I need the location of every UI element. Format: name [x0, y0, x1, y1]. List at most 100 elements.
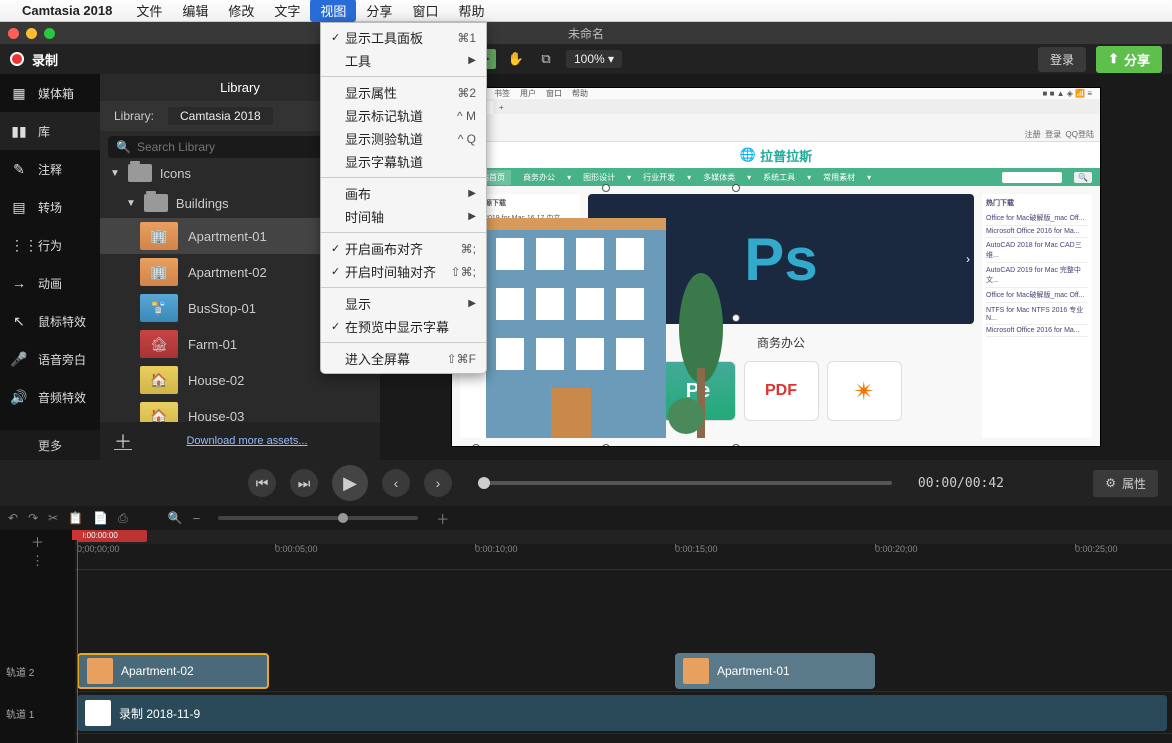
zoom-plus-button[interactable]: ＋: [436, 509, 449, 528]
zoom-minus-button[interactable]: −: [193, 511, 201, 526]
record-icon: [10, 52, 24, 66]
paste-button[interactable]: 📄: [93, 511, 108, 525]
cursor-icon: ↖: [10, 313, 28, 330]
track-row-1[interactable]: 录制 2018-11-9: [75, 692, 1172, 734]
asset-thumb: 🏠: [140, 366, 178, 394]
transitions-icon: ▤: [10, 199, 28, 216]
record-label: 录制: [32, 50, 58, 69]
add-track-button[interactable]: ＋: [31, 532, 44, 551]
canvas-selected-asset[interactable]: [476, 188, 736, 447]
timeline-clip[interactable]: Apartment-01: [675, 653, 875, 689]
download-assets-link[interactable]: Download more assets...: [140, 435, 354, 447]
window-close-button[interactable]: [8, 28, 19, 39]
timeline-playhead[interactable]: [77, 530, 78, 743]
menu-item[interactable]: ✓开启画布对齐⌘;: [321, 237, 486, 260]
menu-item[interactable]: 时间轴▶: [321, 205, 486, 228]
menu-item[interactable]: ✓开启时间轴对齐⇧⌘;: [321, 260, 486, 283]
clip-thumb: [683, 658, 709, 684]
menu-share[interactable]: 分享: [356, 0, 402, 22]
split-button[interactable]: ⎙: [118, 511, 128, 526]
undo-button[interactable]: ↶: [8, 511, 18, 525]
tab-behaviors[interactable]: ⋮⋮行为: [0, 226, 100, 264]
menu-item[interactable]: 显示字幕轨道: [321, 150, 486, 173]
menu-file[interactable]: 文件: [126, 0, 172, 22]
track-row-2[interactable]: Apartment-02 Apartment-01: [75, 650, 1172, 692]
step-forward-button[interactable]: ⏭: [290, 469, 318, 497]
library-select[interactable]: Camtasia 2018: [168, 107, 273, 125]
asset-thumb: 🏠: [140, 402, 178, 422]
app-name[interactable]: Camtasia 2018: [22, 3, 112, 18]
tab-more[interactable]: 更多: [0, 430, 100, 460]
timeline-clip[interactable]: Apartment-02: [77, 653, 269, 689]
tab-transitions[interactable]: ▤转场: [0, 188, 100, 226]
cut-button[interactable]: ✂: [48, 511, 58, 525]
window-minimize-button[interactable]: [26, 28, 37, 39]
in-out-marker[interactable]: 0:00:00:00: [77, 530, 147, 542]
canvas-frame[interactable]: 签记录书签用户窗口帮助 ■ ■ ▲ ◈ 📶 ≡ 页 ✕+ e.com 注册 登录…: [451, 87, 1101, 447]
menu-item[interactable]: 显示标记轨道^ M: [321, 104, 486, 127]
player-scrubber[interactable]: [478, 481, 892, 485]
timeline-ruler[interactable]: 0:00:00:00 0;00;00;00 0:00:05;00 0:00:10…: [75, 530, 1172, 570]
canvas-zoom-select[interactable]: 100% ▾: [566, 50, 622, 68]
tab-audio-effects[interactable]: 🔊音频特效: [0, 378, 100, 416]
step-back-button[interactable]: ⏮: [248, 469, 276, 497]
mic-icon: 🎤: [10, 351, 28, 368]
behaviors-icon: ⋮⋮: [10, 237, 28, 254]
share-button[interactable]: ⬆分享: [1096, 46, 1162, 73]
copy-button[interactable]: 📋: [68, 511, 83, 525]
menu-item[interactable]: 显示▶: [321, 292, 486, 315]
tab-library[interactable]: ▮▮库: [0, 112, 100, 150]
library-icon: ▮▮: [10, 123, 28, 140]
track-options-icon[interactable]: ⋮: [31, 553, 44, 569]
asset-thumb: 🏢: [140, 258, 178, 286]
timeline-zoom-slider[interactable]: [218, 516, 418, 520]
menu-item[interactable]: 进入全屏幕⇧⌘F: [321, 347, 486, 370]
tab-voice-narration[interactable]: 🎤语音旁白: [0, 340, 100, 378]
zoom-out-icon[interactable]: 🔍: [168, 511, 183, 525]
chevron-down-icon: ▼: [110, 168, 120, 179]
tab-media-bin[interactable]: ▦媒体箱: [0, 74, 100, 112]
menu-modify[interactable]: 修改: [218, 0, 264, 22]
next-marker-button[interactable]: ›: [424, 469, 452, 497]
menu-item[interactable]: 显示测验轨道^ Q: [321, 127, 486, 150]
menu-item[interactable]: ✓显示工具面板⌘1: [321, 26, 486, 49]
clip-thumb: [87, 658, 113, 684]
window-maximize-button[interactable]: [44, 28, 55, 39]
tab-annotations[interactable]: ✎注释: [0, 150, 100, 188]
menu-view[interactable]: 视图: [310, 0, 356, 22]
app-toolbar: 录制 ➤ ✋ ⧉ 100% ▾ 登录 ⬆分享: [0, 44, 1172, 74]
window-title: 未命名: [568, 25, 604, 42]
asset-thumb: 🏢: [140, 222, 178, 250]
properties-button[interactable]: ⚙属性: [1093, 470, 1158, 497]
crop-tool-icon[interactable]: ⧉: [536, 49, 556, 69]
folder-icon: [128, 164, 152, 182]
login-button[interactable]: 登录: [1038, 47, 1086, 72]
window-titlebar: 未命名: [0, 22, 1172, 44]
play-button[interactable]: ▶: [332, 465, 368, 501]
menu-edit[interactable]: 编辑: [172, 0, 218, 22]
track-2-label: 轨道 2: [6, 664, 69, 679]
menu-item[interactable]: 画布▶: [321, 182, 486, 205]
menu-help[interactable]: 帮助: [448, 0, 494, 22]
animations-icon: →: [10, 275, 28, 291]
menu-item[interactable]: ✓在预览中显示字幕: [321, 315, 486, 338]
search-icon: 🔍: [116, 140, 131, 154]
menu-item[interactable]: 显示属性⌘2: [321, 81, 486, 104]
redo-button[interactable]: ↷: [28, 511, 38, 525]
menu-item[interactable]: 工具▶: [321, 49, 486, 72]
asset-thumb: 🏚: [140, 330, 178, 358]
playhead-icon[interactable]: [478, 477, 490, 489]
prev-marker-button[interactable]: ‹: [382, 469, 410, 497]
library-label: Library:: [114, 109, 154, 123]
record-button[interactable]: 录制: [10, 50, 58, 69]
tab-animations[interactable]: →动画: [0, 264, 100, 302]
annotations-icon: ✎: [10, 161, 28, 178]
menu-text[interactable]: 文字: [264, 0, 310, 22]
menu-window[interactable]: 窗口: [402, 0, 448, 22]
tab-cursor-effects[interactable]: ↖鼠标特效: [0, 302, 100, 340]
hand-tool-icon[interactable]: ✋: [506, 49, 526, 69]
timeline-clip[interactable]: 录制 2018-11-9: [77, 695, 1167, 731]
add-asset-button[interactable]: ＋: [106, 428, 140, 454]
canvas-area[interactable]: 签记录书签用户窗口帮助 ■ ■ ▲ ◈ 📶 ≡ 页 ✕+ e.com 注册 登录…: [380, 74, 1172, 460]
library-item[interactable]: 🏠House-03: [100, 398, 380, 422]
